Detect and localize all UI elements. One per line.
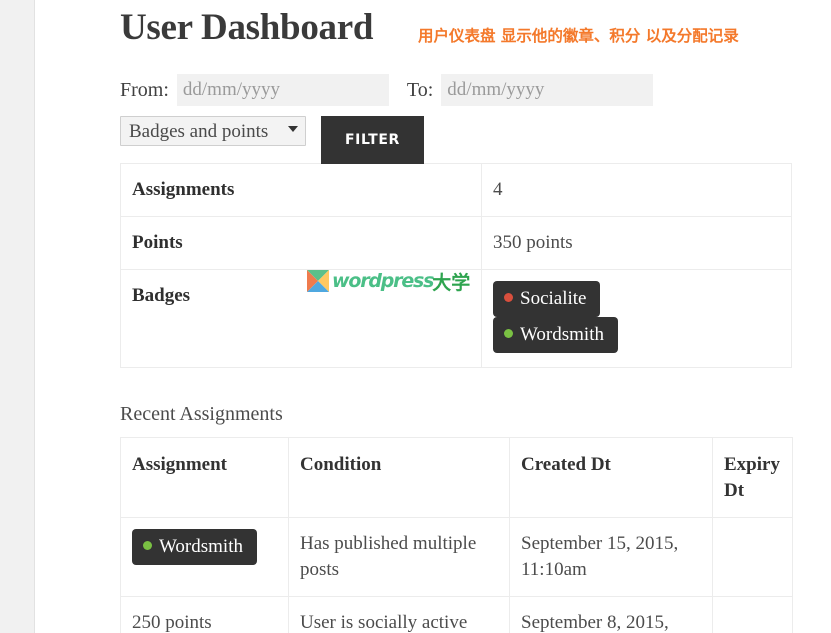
from-label: From: [120,79,169,101]
to-label: To: [406,79,434,101]
badge-dot-icon [143,541,152,551]
badge-socialite-label: Socialite [520,288,587,309]
summary-table: Assignments 4 Points 350 points Badges S… [120,163,792,368]
assignment-cell: 250 points [120,596,289,633]
to-date-input[interactable] [441,74,654,106]
summary-value-badges: Socialite Wordsmith [481,269,792,368]
badge-dot-icon [504,293,513,303]
badge-dot-icon [504,329,513,339]
created-date-cell: September 15, 2015, 11:10am [509,517,713,597]
badge-wordsmith-row-label: Wordsmith [159,536,243,557]
badge-wordsmith[interactable]: Wordsmith [493,317,618,353]
assignment-cell: Wordsmith [120,517,289,597]
summary-value-points: 350 points [481,216,792,270]
expiry-date-cell [712,596,793,633]
summary-value-assignments: 4 [481,163,792,217]
column-header-condition: Condition [288,437,510,518]
badge-socialite[interactable]: Socialite [493,281,601,317]
table-header-row: Assignment Condition Created Dt Expiry D… [120,437,793,518]
column-header-created-dt: Created Dt [509,437,713,518]
table-row: Points 350 points [120,216,792,270]
table-row: Assignments 4 [120,163,792,217]
page-title: User Dashboard [120,7,374,48]
condition-cell: User is socially active [288,596,510,633]
condition-cell: Has published multiple posts [288,517,510,597]
filter-bar: From: To: Badges and points FILTER [120,74,831,164]
expiry-date-cell [712,517,793,597]
badge-wordsmith-label: Wordsmith [520,324,604,345]
dashboard-page: User Dashboard 用户仪表盘 显示他的徽章、积分 以及分配记录 Fr… [35,0,831,633]
created-date-cell: September 8, 2015, [509,596,713,633]
assignment-type-select-value: Badges and points [129,121,269,142]
table-row: Badges Socialite Wordsmith [120,269,792,368]
summary-label-points: Points [120,216,482,270]
assignment-type-select[interactable]: Badges and points [120,116,306,146]
recent-assignments-table: Assignment Condition Created Dt Expiry D… [120,437,793,633]
chevron-down-icon [288,126,298,132]
column-header-expiry-dt: Expiry Dt [712,437,793,518]
summary-label-assignments: Assignments [120,163,482,217]
page-header: User Dashboard 用户仪表盘 显示他的徽章、积分 以及分配记录 [120,0,831,60]
filter-controls-row: Badges and points FILTER [120,116,831,164]
from-date-input[interactable] [176,74,389,106]
filter-button[interactable]: FILTER [321,116,424,164]
summary-label-badges: Badges [120,269,482,368]
table-row: Wordsmith Has published multiple posts S… [120,517,793,597]
column-header-assignment: Assignment [120,437,289,518]
date-range-row: From: To: [120,74,831,108]
chinese-annotation: 用户仪表盘 显示他的徽章、积分 以及分配记录 [418,27,739,45]
recent-assignments-heading: Recent Assignments [120,403,283,425]
left-sidebar-rail [0,0,35,633]
badge-wordsmith-row[interactable]: Wordsmith [132,529,257,565]
table-row: 250 points User is socially active Septe… [120,596,793,633]
